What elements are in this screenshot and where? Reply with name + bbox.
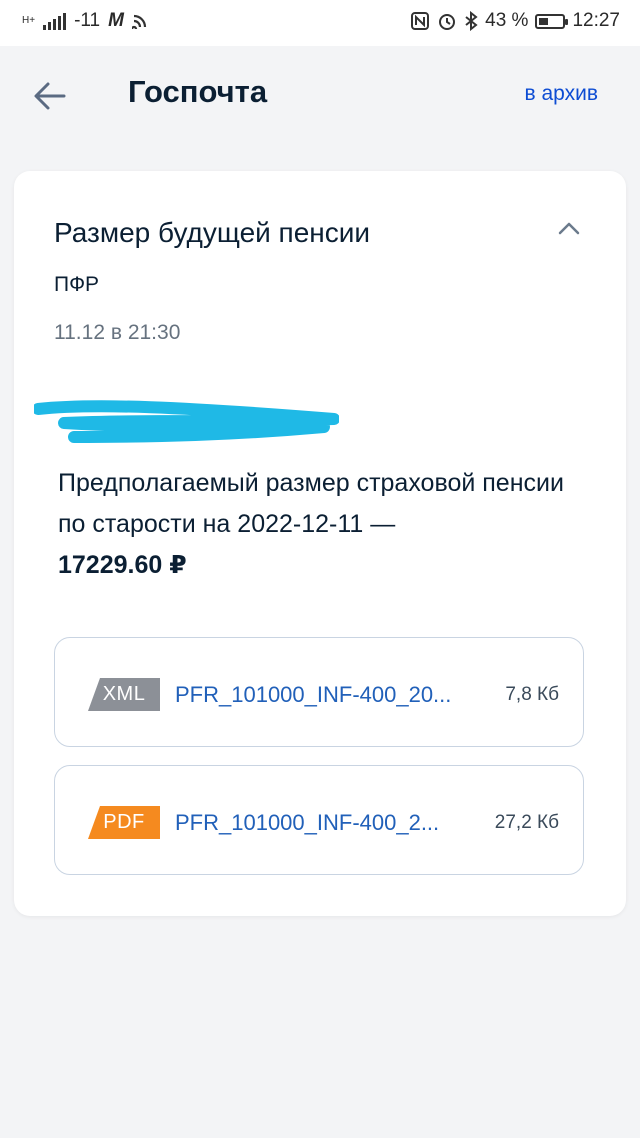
attachment-name: PFR_101000_INF-400_2...	[175, 810, 440, 835]
message-date: 11.12 в 21:30	[54, 321, 181, 344]
attachment-size: 7,8 Кб	[505, 684, 559, 705]
bluetooth-icon	[465, 11, 478, 31]
attachment-name: PFR_101000_INF-400_20...	[175, 682, 452, 707]
message-title: Размер будущей пенсии	[54, 217, 371, 248]
attachment-pdf[interactable]: PDF PFR_101000_INF-400_2... 27,2 Кб	[54, 765, 584, 875]
xml-badge-label: XML	[102, 683, 146, 705]
arrow-left-icon[interactable]	[30, 76, 70, 116]
signal-value: -11	[74, 10, 101, 31]
wifi-icon	[131, 14, 147, 29]
pdf-badge-label: PDF	[103, 811, 145, 833]
network-type: H+	[22, 15, 36, 26]
message-text: Предполагаемый размер страховой пенсии п…	[58, 469, 564, 538]
m-app-icon: M	[108, 10, 124, 31]
redaction-scribble	[34, 400, 339, 443]
battery-icon	[535, 13, 569, 29]
clock: 12:27	[572, 10, 620, 31]
app-header: Госпочта в архив	[0, 46, 640, 156]
attachment-xml[interactable]: XML PFR_101000_INF-400_20... 7,8 Кб	[54, 637, 584, 747]
nfc-icon	[411, 12, 430, 30]
status-bar: H+ -11 M 43 % 12:27	[0, 0, 640, 46]
xml-badge: XML	[88, 678, 160, 711]
chevron-up-icon[interactable]	[556, 219, 582, 237]
pension-amount: 17229.60 ₽	[58, 551, 187, 579]
message-card: Размер будущей пенсии ПФР 11.12 в 21:30 …	[14, 171, 626, 916]
status-left: H+ -11 M	[22, 10, 148, 32]
signal-icon	[43, 12, 67, 30]
alarm-icon	[439, 14, 456, 30]
archive-button[interactable]: в архив	[525, 82, 599, 106]
attachment-size: 27,2 Кб	[494, 812, 559, 833]
page-title: Госпочта	[128, 74, 268, 109]
pdf-badge: PDF	[88, 806, 160, 839]
message-sender: ПФР	[54, 273, 100, 296]
battery-percent: 43 %	[485, 10, 529, 31]
message-body: Предполагаемый размер страховой пенсии п…	[58, 463, 578, 586]
status-right: 43 % 12:27	[410, 10, 620, 32]
